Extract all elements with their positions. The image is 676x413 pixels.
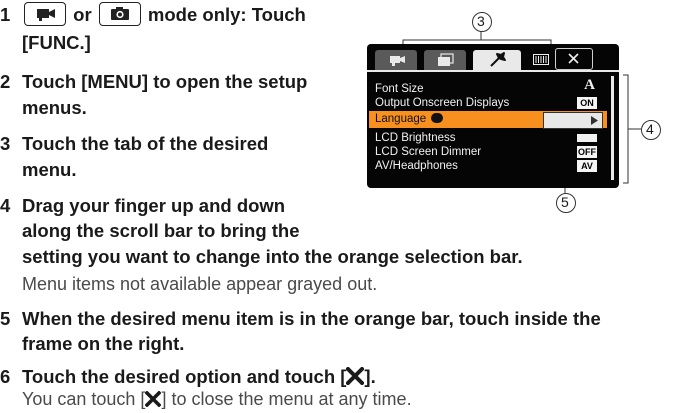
language-icon: [431, 113, 444, 123]
playback-icon: [438, 53, 454, 66]
close-icon: [568, 53, 579, 64]
brightness-level-bar: [577, 134, 597, 142]
play-arrow-icon: [591, 116, 598, 125]
menu-item-lcd-brightness[interactable]: LCD Brightness: [375, 131, 456, 145]
scroll-bar[interactable]: [611, 76, 614, 180]
selection-frame[interactable]: [543, 112, 603, 129]
close-button[interactable]: [555, 48, 593, 70]
font-size-value: A: [584, 77, 595, 93]
movie-camera-icon: [390, 56, 405, 66]
callout-5: 5: [561, 194, 569, 210]
menu-item-lcd-screen-dimmer[interactable]: LCD Screen Dimmer: [375, 145, 481, 159]
callout-4: 4: [646, 121, 654, 137]
menu-item-av-headphones[interactable]: AV/Headphones: [375, 159, 458, 173]
menu-item-font-size[interactable]: Font Size: [375, 82, 424, 96]
lcd-screen-dimmer-value: OFF: [577, 146, 597, 158]
menu-item-output-onscreen-displays[interactable]: Output Onscreen Displays: [375, 96, 509, 110]
wrench-icon: [490, 52, 506, 67]
tab-setup[interactable]: [473, 50, 521, 70]
tab-movie[interactable]: [375, 50, 417, 70]
output-onscreen-value: ON: [577, 97, 597, 109]
memory-card-icon: [533, 52, 549, 65]
tab-playback[interactable]: [424, 50, 466, 70]
menu-item-language[interactable]: Language: [375, 112, 444, 126]
av-headphones-value: AV: [577, 160, 597, 172]
lcd-menu-screen: Font Size A Output Onscreen Displays ON …: [367, 44, 619, 188]
tab-underline: [367, 70, 619, 72]
